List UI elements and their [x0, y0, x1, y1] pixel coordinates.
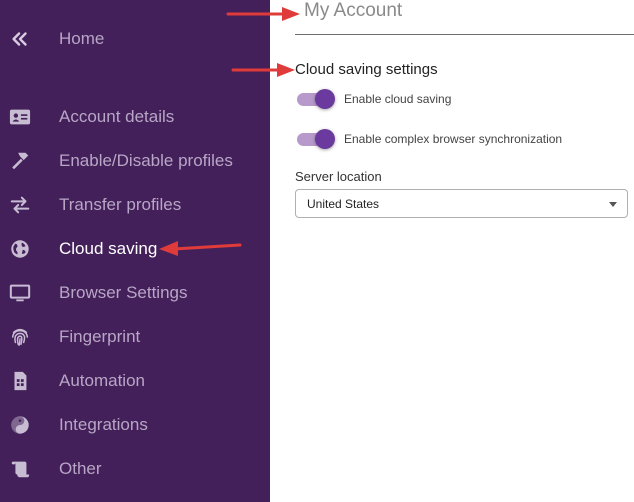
sidebar-item-automation[interactable]: Automation	[0, 363, 270, 399]
sidebar-item-label: Fingerprint	[59, 327, 141, 346]
annotation-arrow-icon	[159, 241, 242, 256]
monitor-icon	[8, 281, 32, 305]
sidebar-item-label: Automation	[59, 371, 145, 390]
globe-icon	[8, 237, 32, 261]
main-panel: My Account Cloud saving settings Enable …	[270, 0, 634, 502]
server-location-select[interactable]: United States	[295, 189, 628, 218]
sidebar-item-browser-settings[interactable]: Browser Settings	[0, 275, 270, 311]
sidebar-item-label: Other	[59, 459, 102, 478]
enable-complex-sync-toggle-row[interactable]: Enable complex browser synchronization	[295, 126, 625, 152]
sidebar-item-label: Account details	[59, 107, 175, 126]
sidebar-item-fingerprint[interactable]: Fingerprint	[0, 319, 270, 355]
sidebar-item-label: Browser Settings	[59, 283, 188, 302]
sidebar-item-label: Cloud saving	[59, 239, 158, 258]
enable-cloud-saving-label: Enable cloud saving	[344, 92, 452, 106]
id-card-icon	[8, 105, 32, 129]
sidebar-item-home[interactable]: Home	[0, 20, 270, 58]
sidebar-item-label: Integrations	[59, 415, 148, 434]
enable-complex-sync-toggle[interactable]	[295, 127, 337, 151]
enable-complex-sync-label: Enable complex browser synchronization	[344, 132, 563, 146]
sidebar-item-integrations[interactable]: Integrations	[0, 407, 270, 443]
caret-down-icon[interactable]	[609, 202, 617, 207]
sidebar-item-enable-disable-profiles[interactable]: Enable/Disable profiles	[0, 143, 270, 179]
toggle-thumb[interactable]	[315, 129, 335, 149]
yin-yang-icon	[8, 413, 32, 437]
sidebar-item-label: Transfer profiles	[59, 195, 182, 214]
server-location-label: Server location	[295, 169, 382, 184]
annotation-arrow-icon	[226, 7, 300, 21]
server-location-value: United States	[307, 197, 380, 211]
sidebar-item-label: Enable/Disable profiles	[59, 151, 233, 170]
sim-card-icon	[8, 369, 32, 393]
title-divider	[295, 34, 634, 35]
scroll-icon	[8, 457, 32, 481]
double-chevron-left-icon[interactable]	[8, 27, 32, 51]
transfer-arrows-icon	[8, 193, 32, 217]
sidebar-item-transfer-profiles[interactable]: Transfer profiles	[0, 187, 270, 223]
enable-cloud-saving-toggle-row[interactable]: Enable cloud saving	[295, 86, 625, 112]
annotation-arrow-icon	[231, 63, 295, 77]
enable-cloud-saving-toggle[interactable]	[295, 87, 337, 111]
sidebar-item-account-details[interactable]: Account details	[0, 99, 270, 135]
section-title: Cloud saving settings	[295, 61, 438, 78]
sidebar-item-label: Home	[59, 29, 105, 48]
sidebar-item-other[interactable]: Other	[0, 451, 270, 487]
hammer-icon	[8, 149, 32, 173]
fingerprint-icon	[8, 325, 32, 349]
toggle-thumb[interactable]	[315, 89, 335, 109]
page-title: My Account	[304, 0, 403, 21]
